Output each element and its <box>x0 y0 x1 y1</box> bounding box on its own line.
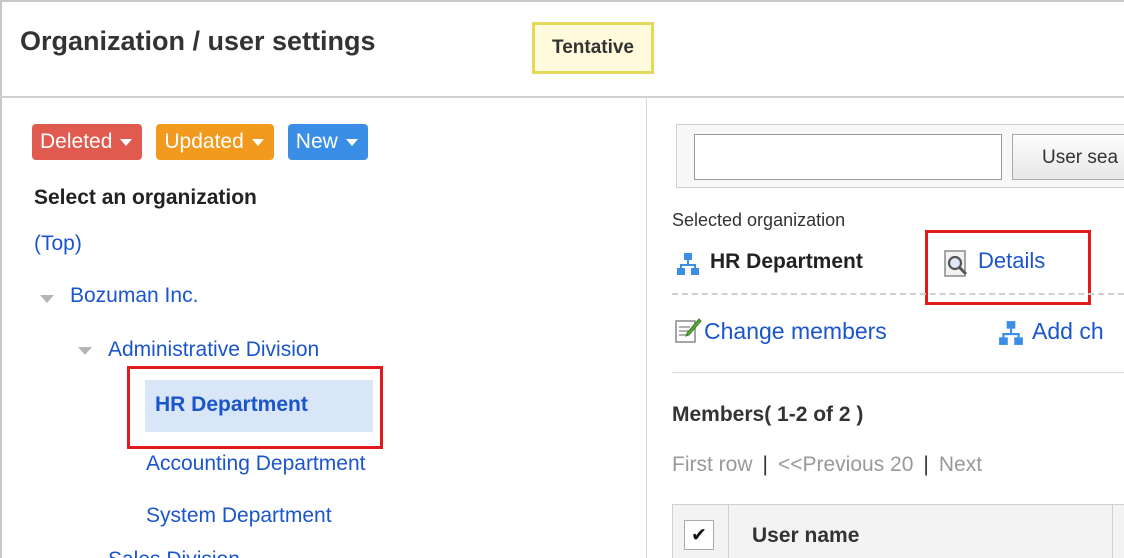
column-divider <box>728 504 729 558</box>
pager-next: Next <box>938 453 983 476</box>
deleted-filter-label: Deleted <box>40 130 113 153</box>
members-pager: First row | <<Previous 20 | Next <box>672 453 982 477</box>
filter-buttons: Deleted Updated New <box>32 124 368 160</box>
section-divider <box>672 372 1124 373</box>
edit-members-icon[interactable] <box>674 316 702 344</box>
tree-item-bozuman[interactable]: Bozuman Inc. <box>70 284 198 308</box>
chevron-down-icon <box>251 138 264 146</box>
pane-divider <box>646 98 647 558</box>
organization-icon <box>677 253 699 275</box>
select-organization-heading: Select an organization <box>34 186 257 209</box>
add-organization-icon[interactable] <box>998 320 1024 346</box>
pager-separator: | <box>762 453 768 476</box>
page-header: Organization / user settings Tentative <box>0 0 1124 96</box>
new-filter-label: New <box>295 130 338 153</box>
updated-filter-button[interactable]: Updated <box>156 124 274 160</box>
organization-tree-pane <box>0 98 646 558</box>
tree-item-top[interactable]: (Top) <box>34 232 82 256</box>
tree-item-administrative-division[interactable]: Administrative Division <box>108 338 319 362</box>
selected-organization-label: Selected organization <box>672 210 846 230</box>
expand-triangle-icon[interactable] <box>40 295 54 303</box>
pager-first-row: First row <box>672 453 753 476</box>
column-divider <box>1112 504 1113 558</box>
tentative-badge: Tentative <box>532 22 655 74</box>
page-title: Organization / user settings <box>20 26 376 56</box>
annotation-highlight-box <box>127 366 383 449</box>
members-summary: Members( 1-2 of 2 ) <box>672 403 864 426</box>
change-members-link[interactable]: Change members <box>704 318 887 345</box>
expand-triangle-icon[interactable] <box>78 347 92 355</box>
tree-item-sales-division[interactable]: Sales Division <box>108 548 240 558</box>
add-child-organization-link[interactable]: Add ch <box>1032 318 1104 345</box>
pager-separator: | <box>923 453 929 476</box>
deleted-filter-button[interactable]: Deleted <box>32 124 143 160</box>
chevron-down-icon <box>120 138 133 146</box>
pager-previous: <<Previous 20 <box>777 453 914 476</box>
user-search-button[interactable]: User sea <box>1012 134 1124 180</box>
column-header-user-name[interactable]: User name <box>752 524 859 548</box>
selected-organization-name: HR Department <box>710 250 863 273</box>
chevron-down-icon <box>345 138 358 146</box>
tree-item-system-department[interactable]: System Department <box>146 504 332 528</box>
updated-filter-label: Updated <box>164 130 244 153</box>
user-search-input[interactable] <box>694 134 1002 180</box>
select-all-checkbox[interactable]: ✔ <box>684 520 714 550</box>
tree-item-accounting-department[interactable]: Accounting Department <box>146 452 365 476</box>
members-table-header <box>672 504 1124 558</box>
new-filter-button[interactable]: New <box>287 124 368 160</box>
dashed-divider <box>672 293 1124 295</box>
